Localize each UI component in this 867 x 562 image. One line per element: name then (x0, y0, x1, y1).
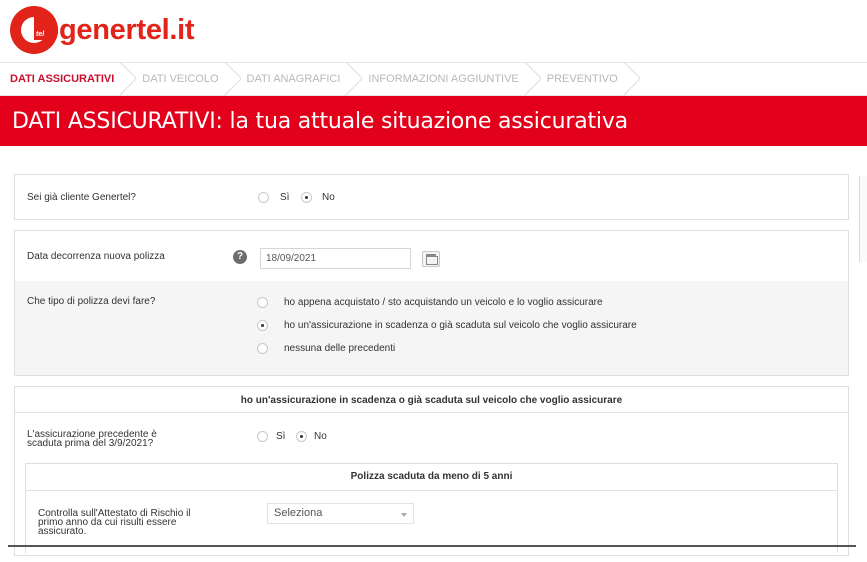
polizza-scaduta-title: Polizza scaduta da meno di 5 anni (350, 471, 513, 482)
polizza-scaduta-box: Polizza scaduta da meno di 5 anni Contro… (25, 463, 838, 553)
cliente-question: Sei già cliente Genertel? (27, 192, 136, 203)
chevron-right-icon (623, 62, 640, 96)
step-preventivo[interactable]: PREVENTIVO (535, 62, 634, 96)
tipo-polizza-radio-nessuna[interactable] (257, 343, 268, 354)
scadenza-radio-si[interactable] (257, 431, 268, 442)
page-title-banner: DATI ASSICURATIVI: la tua attuale situaz… (0, 96, 867, 146)
genertel-logo-mark: tel (10, 6, 58, 54)
page: tel genertel.it DATI ASSICURATIVI DATI V… (0, 0, 867, 562)
cliente-option-si: Sì (280, 192, 290, 203)
cliente-radio-no[interactable] (301, 192, 312, 203)
logo-text: genertel.it (59, 13, 195, 46)
scadenza-section-title: ho un'assicurazione in scadenza o già sc… (240, 395, 623, 406)
cliente-option-no: No (322, 192, 335, 203)
scrollbar[interactable] (859, 176, 867, 262)
page-title: DATI ASSICURATIVI: la tua attuale situaz… (12, 108, 628, 134)
tipo-polizza-radio-scadenza[interactable] (257, 320, 268, 331)
step-informazioni-aggiuntive[interactable]: INFORMAZIONI AGGIUNTIVE (356, 62, 534, 96)
step-label: DATI ASSICURATIVI (10, 73, 115, 85)
step-dati-assicurativi[interactable]: DATI ASSICURATIVI (0, 62, 130, 96)
scadenza-option-no: No (314, 431, 327, 442)
cliente-radio-si[interactable] (258, 192, 269, 203)
panel-cliente: Sei già cliente Genertel? Sì No (14, 174, 849, 220)
help-icon[interactable]: ? (233, 250, 247, 264)
logo-mark-text: tel (36, 31, 45, 38)
progress-steps: DATI ASSICURATIVI DATI VEICOLO DATI ANAG… (0, 62, 867, 96)
data-decorrenza-label: Data decorrenza nuova polizza (27, 251, 165, 262)
header: tel genertel.it (0, 0, 867, 62)
attestato-label-line3: assicurato. (38, 526, 87, 537)
tipo-polizza-option-acquisto: ho appena acquistato / sto acquistando u… (284, 297, 603, 308)
primo-anno-select[interactable]: Seleziona (267, 503, 414, 524)
select-value: Seleziona (274, 507, 323, 519)
divider (15, 412, 848, 413)
step-dati-anagrafici[interactable]: DATI ANAGRAFICI (235, 62, 357, 96)
step-label: DATI VEICOLO (142, 73, 219, 85)
window-bottom-edge (8, 545, 856, 547)
tipo-polizza-radio-acquisto[interactable] (257, 297, 268, 308)
step-dati-veicolo[interactable]: DATI VEICOLO (130, 62, 234, 96)
chevron-down-icon (401, 513, 407, 517)
calendar-icon[interactable] (422, 251, 440, 267)
step-label: DATI ANAGRAFICI (246, 73, 341, 85)
scadenza-radio-no[interactable] (296, 431, 307, 442)
scadenza-question: L'assicurazione precedente è scaduta pri… (27, 430, 157, 449)
tipo-polizza-option-nessuna: nessuna delle precedenti (284, 343, 396, 354)
tipo-polizza-option-scadenza: ho un'assicurazione in scadenza o già sc… (284, 320, 637, 331)
panel-scadenza: ho un'assicurazione in scadenza o già sc… (14, 386, 849, 556)
tipo-polizza-question: Che tipo di polizza devi fare? (27, 296, 156, 307)
attestato-label: Controlla sull'Attestato di Rischio il p… (38, 509, 191, 537)
panel-polizza: Data decorrenza nuova polizza ? 18/09/20… (14, 230, 849, 376)
genertel-logo[interactable]: tel genertel.it (10, 6, 195, 54)
step-label: INFORMAZIONI AGGIUNTIVE (368, 73, 519, 85)
scadenza-question-line2: scaduta prima del 3/9/2021? (27, 438, 154, 449)
step-label: PREVENTIVO (546, 73, 618, 85)
data-decorrenza-input[interactable]: 18/09/2021 (260, 248, 411, 269)
scadenza-option-si: Sì (276, 431, 286, 442)
divider (26, 490, 837, 491)
